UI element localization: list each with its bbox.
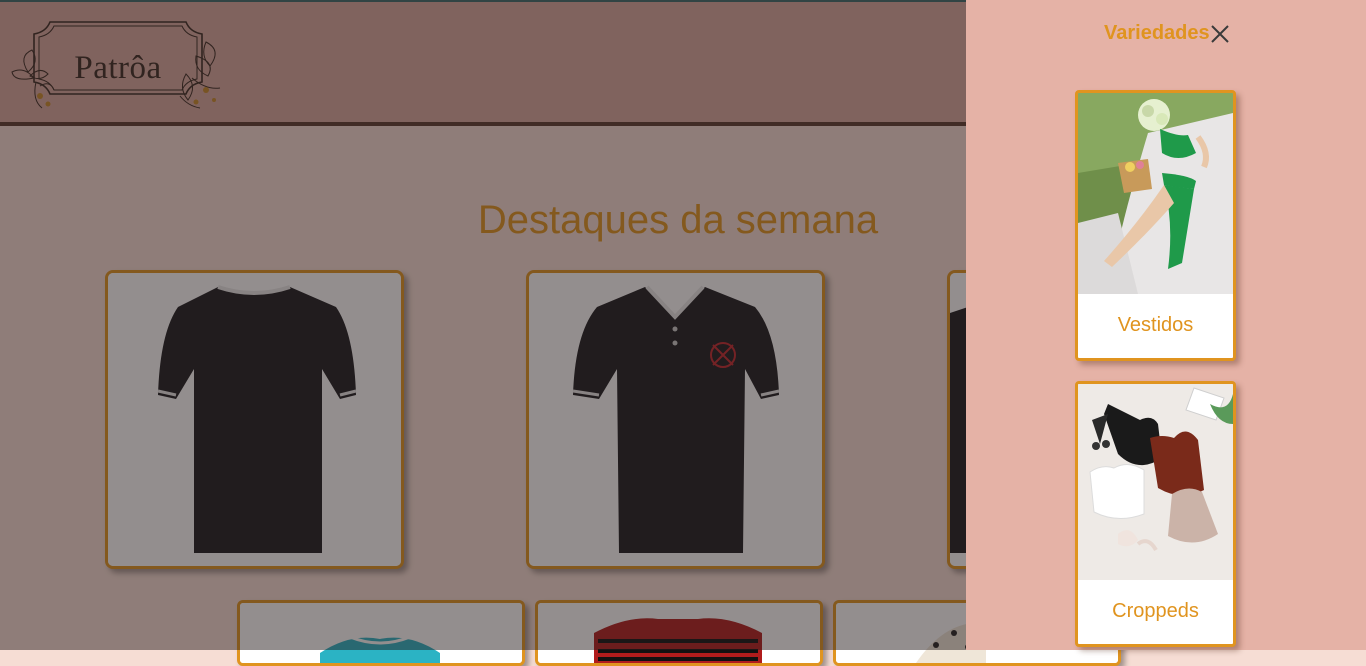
close-button[interactable]	[1209, 23, 1231, 45]
panel-title: Variedades	[1104, 22, 1210, 44]
close-icon	[1211, 25, 1229, 43]
category-card-vestidos[interactable]: Vestidos	[1075, 90, 1236, 361]
category-card-croppeds[interactable]: Croppeds	[1075, 381, 1236, 647]
categories-side-panel: Variedades Vestidos Croppeds	[966, 0, 1366, 650]
panel-header: Variedades	[966, 20, 1366, 50]
page-overlay[interactable]	[0, 0, 966, 650]
cropped-tops-photo	[1078, 384, 1233, 580]
green-dress-photo	[1078, 93, 1233, 294]
category-label-vestidos: Vestidos	[1117, 314, 1194, 336]
category-label-croppeds: Croppeds	[1112, 600, 1199, 622]
